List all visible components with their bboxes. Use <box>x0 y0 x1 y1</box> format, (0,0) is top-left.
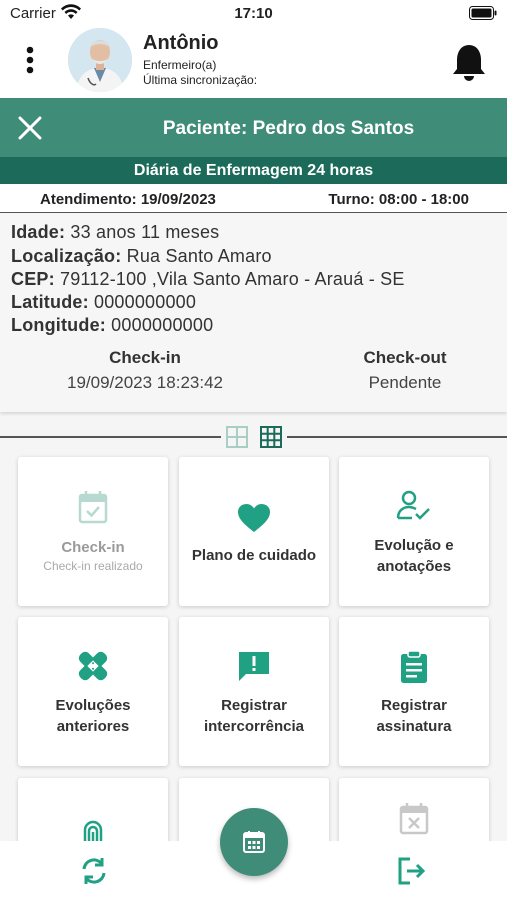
cep-label: CEP: <box>11 269 55 289</box>
checkout-value: Pendente <box>368 373 442 392</box>
user-header: Antônio Enfermeiro(a) Última sincronizaç… <box>0 28 507 98</box>
localizacao-value: Rua Santo Amaro <box>121 246 272 266</box>
tile-registrar-intercorrencia[interactable]: Registrar intercorrência <box>179 617 329 766</box>
latitude-label: Latitude: <box>11 292 89 312</box>
user-role: Enfermeiro(a) <box>143 58 217 72</box>
checkin-label: Check-in <box>109 348 181 367</box>
calendar-fab-button[interactable] <box>220 808 288 876</box>
sync-icon[interactable] <box>80 856 108 886</box>
user-name: Antônio <box>143 32 219 54</box>
atendimento-date: Atendimento: 19/09/2023 <box>40 191 216 208</box>
tile-evolucoes-anteriores[interactable]: Evoluções anteriores <box>18 617 168 766</box>
cep-value: 79112-100 ,Vila Santo Amaro - Arauá - SE <box>54 269 405 289</box>
avatar <box>68 28 132 92</box>
tile-label-line2: anteriores <box>56 718 130 735</box>
longitude-label: Longitude: <box>11 315 106 335</box>
checkin-info: Check-in 19/09/2023 18:23:42 <box>40 348 250 393</box>
close-icon[interactable] <box>16 114 44 142</box>
latitude-value: 0000000000 <box>88 292 197 312</box>
heart-icon <box>179 503 329 537</box>
checkout-info: Check-out Pendente <box>335 348 475 393</box>
grid-2x2-icon[interactable] <box>225 425 249 449</box>
patient-info-card: Idade: 33 anos 11 meses Localização: Rua… <box>0 214 507 412</box>
tile-label: Plano de cuidado <box>191 547 317 564</box>
localizacao-label: Localização: <box>11 246 122 266</box>
diaria-title: Diária de Enfermagem 24 horas <box>0 157 507 184</box>
message-alert-icon <box>179 650 329 684</box>
checkin-value: 19/09/2023 18:23:42 <box>67 373 223 392</box>
tile-sublabel: Check-in realizado <box>43 559 143 573</box>
bell-icon[interactable] <box>450 42 488 82</box>
cep-row: CEP: 79112-100 ,Vila Santo Amaro - Arauá… <box>11 269 405 290</box>
tile-label-line2: intercorrência <box>203 718 305 735</box>
last-sync-label: Última sincronização: <box>143 73 258 87</box>
turno-hours: Turno: 08:00 - 18:00 <box>328 191 469 208</box>
tile-registrar-assinatura[interactable]: Registrar assinatura <box>339 617 489 766</box>
tile-plano-de-cuidado[interactable]: Plano de cuidado <box>179 457 329 606</box>
idade-value: 33 anos 11 meses <box>65 222 220 242</box>
tile-label: Registrar assinatura <box>345 695 483 737</box>
localizacao-row: Localização: Rua Santo Amaro <box>11 246 272 267</box>
status-bar: Carrier 17:10 <box>0 0 507 28</box>
tile-label: Evoluções anteriores <box>24 695 162 737</box>
longitude-value: 0000000000 <box>105 315 214 335</box>
calendar-check-icon <box>18 490 168 524</box>
bandage-icon <box>18 649 168 683</box>
status-time: 17:10 <box>234 5 273 22</box>
tile-label-line1: Evolução e <box>374 537 454 554</box>
calendar-icon <box>243 831 265 853</box>
tile-label-line1: Registrar <box>221 697 287 714</box>
more-vertical-icon[interactable] <box>18 42 42 78</box>
grid-3x3-icon[interactable] <box>259 425 283 449</box>
tile-label: Registrar intercorrência <box>185 695 323 737</box>
tile-label: Check-in <box>61 539 125 556</box>
tile-evolucao-anotacoes[interactable]: Evolução e anotações <box>339 457 489 606</box>
idade-row: Idade: 33 anos 11 meses <box>11 222 219 243</box>
clipboard-icon <box>339 650 489 684</box>
tile-label-line1: Evoluções <box>55 697 131 714</box>
shift-info: Atendimento: 19/09/2023 Turno: 08:00 - 1… <box>0 184 507 213</box>
tile-label: Evolução e anotações <box>345 535 483 577</box>
user-check-icon <box>339 490 489 524</box>
tile-label-line2: anotações <box>376 558 452 575</box>
tile-check-in[interactable]: Check-in Check-in realizado <box>18 457 168 606</box>
battery-icon <box>469 6 497 24</box>
patient-title: Paciente: Pedro dos Santos <box>162 118 415 139</box>
calendar-x-icon <box>339 803 489 837</box>
action-grid: Check-in Check-in realizado Plano de cui… <box>0 457 507 900</box>
logout-icon[interactable] <box>397 856 427 886</box>
tile-label-line2: assinatura <box>376 718 452 735</box>
idade-label: Idade: <box>11 222 66 242</box>
patient-header: Paciente: Pedro dos Santos <box>0 98 507 157</box>
longitude-row: Longitude: 0000000000 <box>11 315 213 336</box>
view-toggle <box>221 425 287 449</box>
checkout-label: Check-out <box>363 348 447 367</box>
latitude-row: Latitude: 0000000000 <box>11 292 196 313</box>
tile-label-line1: Registrar <box>381 697 447 714</box>
